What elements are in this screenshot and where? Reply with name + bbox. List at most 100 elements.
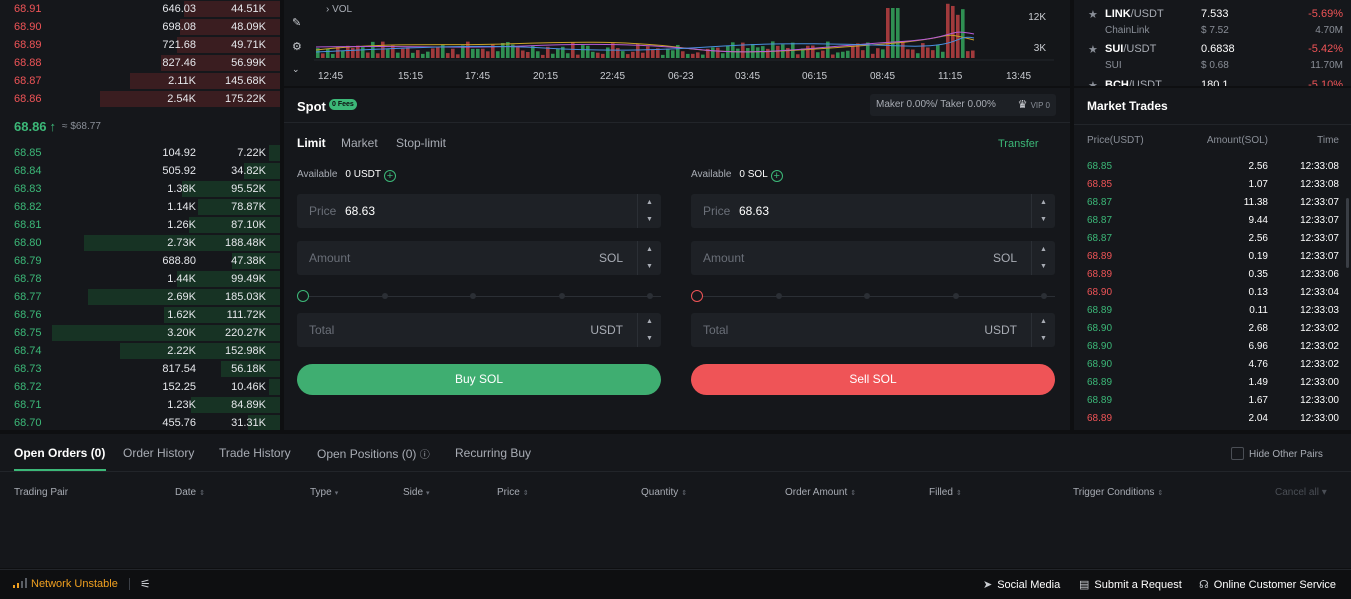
slider-tick[interactable] [776,293,782,299]
order-book-row[interactable]: 68.77 2.69K 185.03K [0,288,280,306]
order-book-row[interactable]: 68.83 1.38K 95.52K [0,180,280,198]
orders-column-header[interactable]: Price ⇕ [497,487,529,498]
tab-open-positions[interactable]: Open Positions (0) ⓘ [317,446,430,461]
sell-price-stepper[interactable]: ▲ ▼ [1031,194,1055,228]
star-icon[interactable]: ★ [1088,79,1098,86]
market-row[interactable]: ★ BCH/USDT 180.1 -5.10% [1074,78,1351,86]
caret-down-icon[interactable]: ▼ [1032,330,1055,347]
filter-down-icon[interactable]: ▾ [335,490,339,497]
order-book-row[interactable]: 68.85 104.92 7.22K [0,144,280,162]
settings-sliders-icon[interactable]: ⚟ [140,577,151,591]
caret-down-icon[interactable]: ▼ [638,211,661,228]
tab-market[interactable]: Market [341,136,378,150]
order-book-row[interactable]: 68.72 152.25 10.46K [0,378,280,396]
slider-knob[interactable] [297,290,309,302]
orders-column-header[interactable]: Order Amount ⇕ [785,487,856,498]
buy-amount-stepper[interactable]: ▲ ▼ [637,241,661,275]
filter-down-icon[interactable]: ▾ [426,490,430,497]
sort-icon[interactable]: ⇕ [681,490,687,497]
info-icon[interactable]: ⓘ [420,450,430,461]
caret-up-icon[interactable]: ▲ [1032,194,1055,211]
slider-tick[interactable] [1041,293,1047,299]
caret-down-icon[interactable]: ▼ [1032,258,1055,275]
order-book-row[interactable]: 68.90 698.08 48.09K [0,18,280,36]
sort-icon[interactable]: ⇕ [1157,490,1163,497]
maker-taker-fees[interactable]: Maker 0.00%/ Taker 0.00% ♛ VIP 0 [870,94,1056,116]
star-icon[interactable]: ★ [1088,43,1098,56]
slider-tick[interactable] [953,293,959,299]
order-book-row[interactable]: 68.88 827.46 56.99K [0,54,280,72]
trades-scrollbar[interactable] [1346,198,1349,268]
order-book-row[interactable]: 68.70 455.76 31.31K [0,414,280,430]
transfer-link[interactable]: Transfer [998,138,1039,150]
checkbox-icon[interactable] [1231,447,1244,460]
order-book-row[interactable]: 68.81 1.26K 87.10K [0,216,280,234]
orders-column-header[interactable]: Type ▾ [310,487,338,498]
sort-icon[interactable]: ⇕ [956,490,962,497]
order-book-row[interactable]: 68.87 2.11K 145.68K [0,72,280,90]
order-book-row[interactable]: 68.86 2.54K 175.22K [0,90,280,108]
cancel-all-button[interactable]: Cancel all ▾ [1275,487,1327,498]
sort-icon[interactable]: ⇕ [850,490,856,497]
tab-order-history[interactable]: Order History [123,446,194,460]
slider-tick[interactable] [864,293,870,299]
tab-recurring-buy[interactable]: Recurring Buy [455,446,531,460]
sell-total-stepper[interactable]: ▲ ▼ [1031,313,1055,347]
orders-column-header[interactable]: Side ▾ [403,487,430,498]
tab-open-orders[interactable]: Open Orders (0) [14,446,105,460]
sell-percent-slider[interactable] [691,290,1055,302]
orders-column-header[interactable]: Filled ⇕ [929,487,962,498]
orders-column-header[interactable]: Quantity ⇕ [641,487,687,498]
slider-tick[interactable] [470,293,476,299]
buy-percent-slider[interactable] [297,290,661,302]
order-book-row[interactable]: 68.75 3.20K 220.27K [0,324,280,342]
order-book-row[interactable]: 68.78 1.44K 99.49K [0,270,280,288]
order-book-row[interactable]: 68.79 688.80 47.38K [0,252,280,270]
order-book-row[interactable]: 68.73 817.54 56.18K [0,360,280,378]
deposit-plus-icon[interactable]: + [383,170,396,182]
submit-request-link[interactable]: ▤ Submit a Request [1079,578,1182,591]
order-book-row[interactable]: 68.76 1.62K 111.72K [0,306,280,324]
order-book-row[interactable]: 68.89 721.68 49.71K [0,36,280,54]
caret-down-icon[interactable]: ▼ [638,330,661,347]
caret-up-icon[interactable]: ▲ [1032,241,1055,258]
price-chart[interactable]: ✎ ⚙ ⌄ › VOL 12K 3K 12:45 15:15 17:45 20:15 22:4… [284,0,1070,86]
order-book-row[interactable]: 68.82 1.14K 78.87K [0,198,280,216]
tab-stop-limit[interactable]: Stop-limit [396,136,446,150]
buy-price-stepper[interactable]: ▲ ▼ [637,194,661,228]
orders-column-header[interactable]: Trigger Conditions ⇕ [1073,487,1163,498]
sort-icon[interactable]: ⇕ [199,490,205,497]
order-book-row[interactable]: 68.80 2.73K 188.48K [0,234,280,252]
buy-amount-input[interactable]: Amount SOL ▲ ▼ [297,241,661,275]
sell-price-input[interactable]: Price 68.63 ▲ ▼ [691,194,1055,228]
market-row[interactable]: ★ LINK/USDT ChainLink 7.533 $ 7.52 -5.69% 4.70… [1074,7,1351,41]
sell-button[interactable]: Sell SOL [691,364,1055,395]
slider-tick[interactable] [559,293,565,299]
sell-amount-input[interactable]: Amount SOL ▲ ▼ [691,241,1055,275]
order-book-row[interactable]: 68.91 646.03 44.51K [0,0,280,18]
order-book-row[interactable]: 68.71 1.23K 84.89K [0,396,280,414]
sell-total-input[interactable]: Total USDT ▲ ▼ [691,313,1055,347]
buy-total-stepper[interactable]: ▲ ▼ [637,313,661,347]
slider-knob[interactable] [691,290,703,302]
tab-trade-history[interactable]: Trade History [219,446,291,460]
caret-down-icon[interactable]: ▼ [1032,211,1055,228]
order-book-row[interactable]: 68.84 505.92 34.82K [0,162,280,180]
slider-tick[interactable] [647,293,653,299]
deposit-plus-icon[interactable]: + [770,170,783,182]
caret-down-icon[interactable]: ▼ [638,258,661,275]
market-row[interactable]: ★ SUI/USDT SUI 0.6838 $ 0.68 -5.42% 11.70M [1074,42,1351,76]
customer-service-link[interactable]: ☊ Online Customer Service [1199,578,1336,591]
caret-up-icon[interactable]: ▲ [638,194,661,211]
tab-limit[interactable]: Limit [297,136,326,150]
orders-column-header[interactable]: Date ⇕ [175,487,205,498]
network-status[interactable]: Network Unstable [13,578,118,590]
slider-tick[interactable] [382,293,388,299]
caret-up-icon[interactable]: ▲ [1032,313,1055,330]
sell-amount-stepper[interactable]: ▲ ▼ [1031,241,1055,275]
buy-price-input[interactable]: Price 68.63 ▲ ▼ [297,194,661,228]
star-icon[interactable]: ★ [1088,8,1098,21]
caret-up-icon[interactable]: ▲ [638,313,661,330]
sort-icon[interactable]: ⇕ [523,490,529,497]
social-media-link[interactable]: ➤ Social Media [983,578,1060,591]
